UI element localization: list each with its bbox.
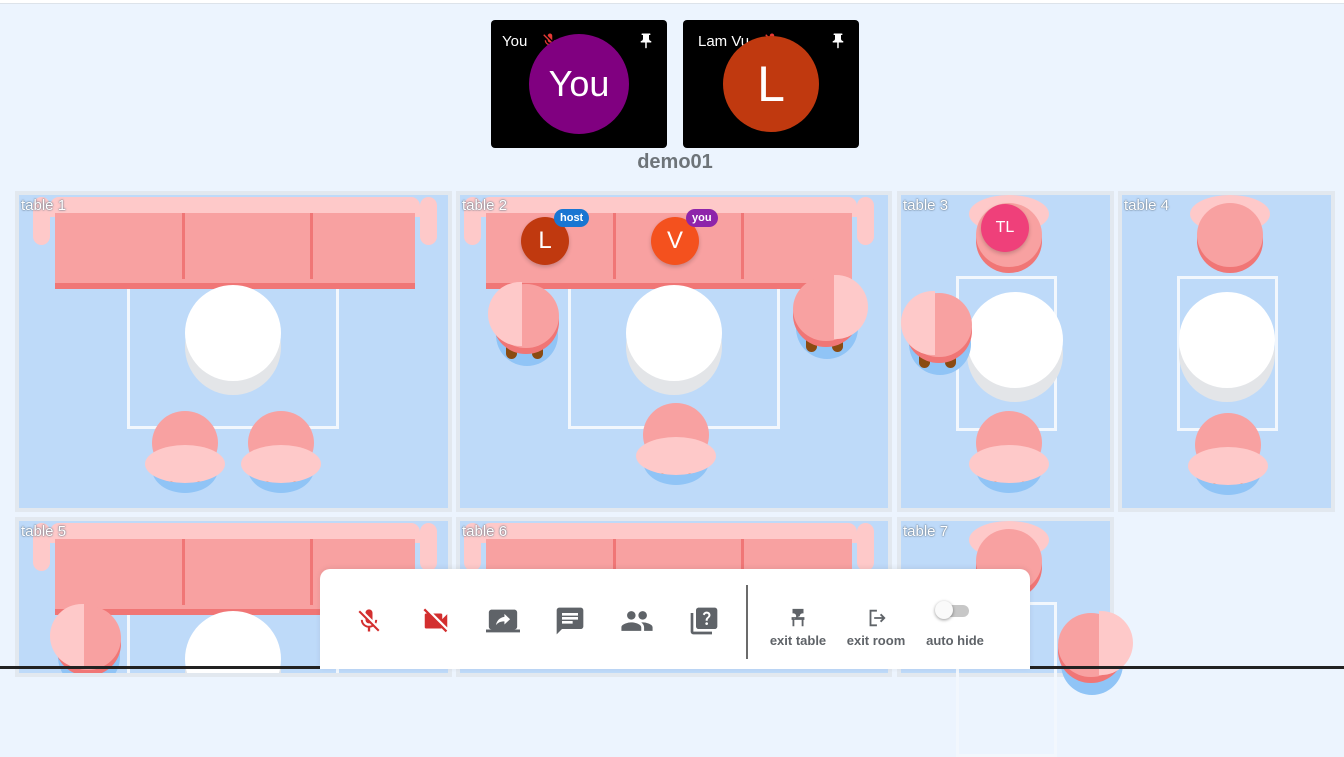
share-screen-button[interactable] [485,605,521,641]
empty-seat[interactable] [1190,195,1270,295]
table-label: table 4 [1124,197,1170,214]
chat-icon [554,605,586,642]
empty-seat[interactable] [636,395,716,495]
table-label: table 2 [462,197,508,214]
participants-button[interactable] [619,605,655,641]
video-tile-you[interactable]: You You [491,20,667,148]
table-label: table 7 [903,523,949,540]
sofa [33,197,437,289]
auto-hide-toggle[interactable] [935,601,971,619]
chair-icon [766,607,830,633]
empty-seat[interactable] [145,403,225,503]
mic-off-icon [355,607,383,640]
empty-seat[interactable] [969,403,1049,503]
round-table [967,292,1063,388]
camera-toggle-button[interactable] [418,605,454,641]
user-avatar-tl[interactable]: TL [981,204,1029,252]
empty-seat[interactable] [1188,405,1268,505]
people-icon [620,604,654,643]
pin-icon[interactable] [637,32,655,55]
videocam-off-icon [421,606,451,641]
top-border [0,0,1344,4]
avatar: You [529,34,629,134]
table-label: table 3 [903,197,949,214]
table-label: table 5 [21,523,67,540]
empty-seat[interactable] [1053,611,1133,711]
room-name: demo01 [637,151,713,173]
mic-toggle-button[interactable] [351,605,387,641]
table-area-3[interactable]: table 3 TL [897,191,1114,512]
empty-seat[interactable] [241,403,321,503]
table-label: table 1 [21,197,67,214]
exit-room-icon [843,607,909,633]
help-button[interactable] [686,605,722,641]
exit-table-button[interactable]: exit table [766,607,830,648]
help-icon [688,605,720,642]
bottom-toolbar: exit table exit room auto hide [320,569,1030,669]
exit-room-label: exit room [846,633,906,648]
chat-button[interactable] [552,605,588,641]
screen-share-icon [486,604,520,643]
round-table [1179,292,1275,388]
exit-room-button[interactable]: exit room [843,607,909,648]
table-area-2[interactable]: table 2 L host V you [456,191,892,512]
table-area-4[interactable]: table 4 [1118,191,1335,512]
tile-name: You [502,33,528,50]
round-table [626,285,722,381]
host-badge: host [554,209,590,227]
table-area-1[interactable]: table 1 [15,191,452,512]
toolbar-divider [746,585,748,659]
you-badge: you [686,209,718,227]
empty-seat[interactable] [788,275,868,375]
empty-seat[interactable] [901,291,981,391]
exit-table-label: exit table [769,633,827,648]
pin-icon[interactable] [829,32,847,55]
auto-hide-label: auto hide [926,633,984,648]
avatar: L [723,36,819,132]
video-tile-lam-vu[interactable]: Lam Vu L [683,20,859,148]
round-table [185,285,281,381]
empty-seat[interactable] [488,282,568,382]
table-label: table 6 [462,523,508,540]
